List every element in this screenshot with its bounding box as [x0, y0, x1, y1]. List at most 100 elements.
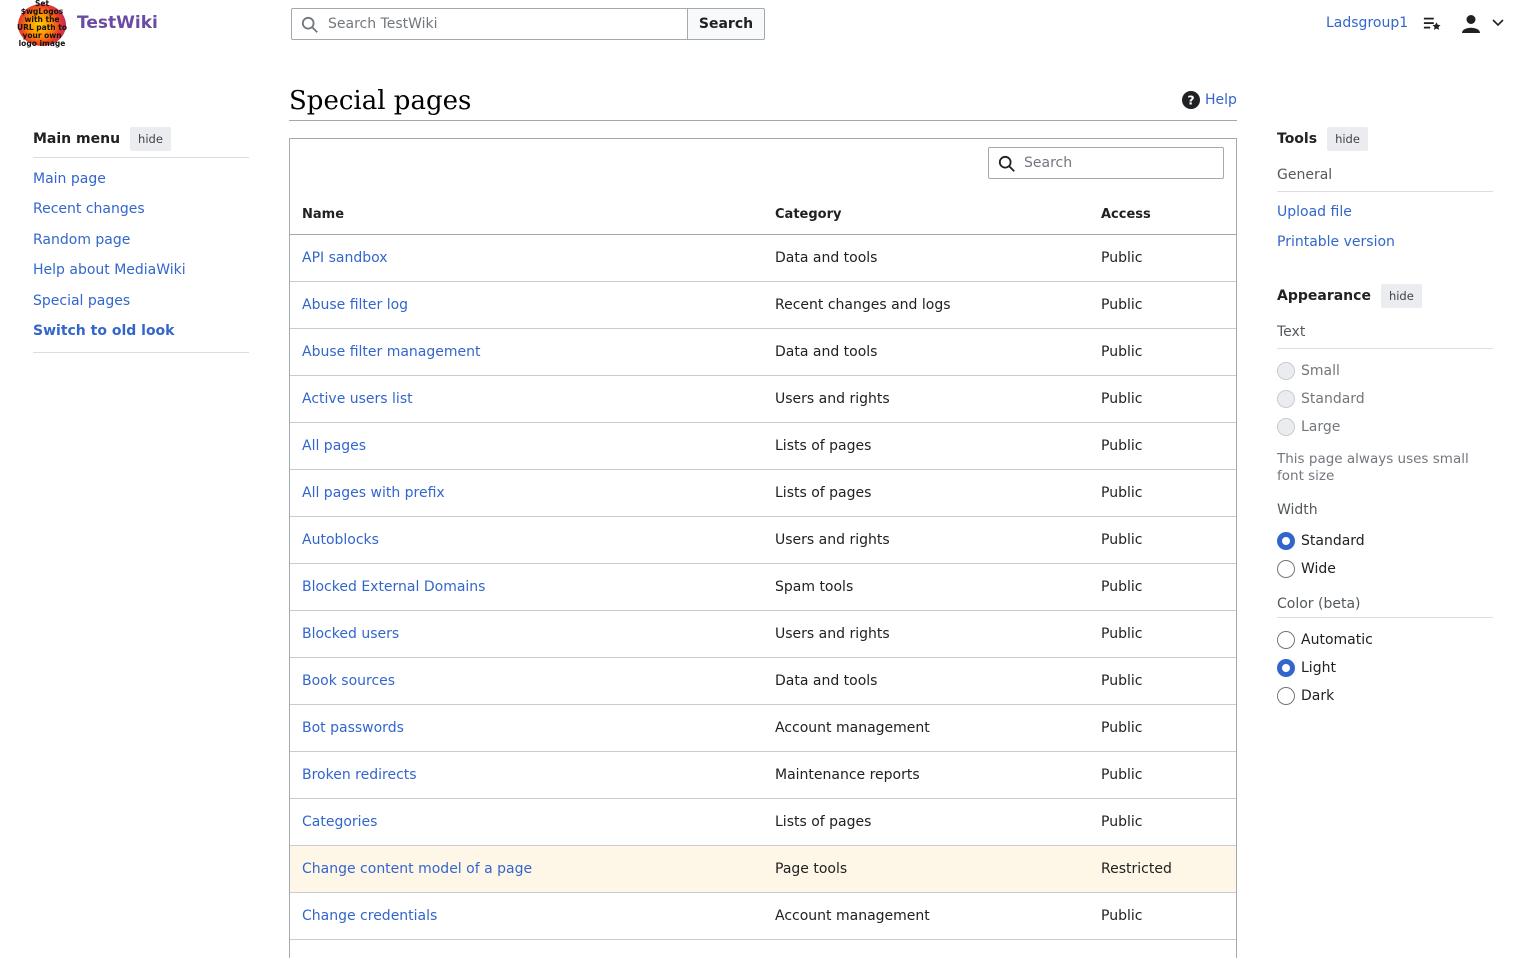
category-cell: Users and rights	[763, 610, 1089, 658]
main-menu: Main menu hide Main page Recent changes …	[33, 127, 249, 354]
search-button[interactable]: Search	[687, 8, 765, 40]
menu-item-special-pages[interactable]: Special pages	[33, 293, 130, 309]
radio-button[interactable]	[1277, 560, 1295, 578]
special-page-link[interactable]: Change credentials	[302, 908, 437, 924]
site-wordmark[interactable]: TestWiki	[77, 13, 158, 33]
radio-button[interactable]	[1277, 631, 1295, 649]
color-automatic-option[interactable]: Automatic	[1277, 626, 1493, 654]
category-cell: Data and tools	[763, 657, 1089, 705]
text-size-large-option: Large	[1277, 413, 1493, 441]
menu-item-help[interactable]: Help about MediaWiki	[33, 262, 186, 278]
width-wide-option[interactable]: Wide	[1277, 555, 1493, 583]
column-header-name[interactable]: Name	[290, 195, 763, 235]
category-cell: Lists of pages	[763, 422, 1089, 470]
special-page-link[interactable]: All pages	[302, 438, 366, 454]
appearance-width-heading: Width	[1277, 502, 1318, 518]
table-filter-box[interactable]	[988, 147, 1224, 179]
page-title: Special pages	[289, 86, 472, 116]
category-cell: Lists of pages	[763, 469, 1089, 517]
special-page-link[interactable]: Abuse filter log	[302, 297, 408, 313]
special-page-link[interactable]: Active users list	[302, 391, 413, 407]
menu-item-random-page[interactable]: Random page	[33, 232, 130, 248]
color-light-option[interactable]: Light	[1277, 654, 1493, 682]
menu-item-main-page[interactable]: Main page	[33, 171, 106, 187]
access-cell: Public	[1089, 375, 1236, 423]
special-page-link[interactable]: Autoblocks	[302, 532, 379, 548]
category-cell: Data and tools	[763, 234, 1089, 282]
access-cell: Restricted	[1089, 845, 1236, 893]
appearance-header: Appearance hide	[1277, 284, 1493, 308]
radio-button-checked[interactable]	[1277, 659, 1295, 677]
table-row: API sandbox Data and tools Public	[290, 234, 1236, 282]
search-icon	[998, 155, 1015, 172]
menu-item-switch-old-look[interactable]: Switch to old look	[33, 323, 175, 339]
svg-text:?: ?	[1187, 93, 1194, 108]
special-pages-table-container: Name Category Access API sandbox Data an…	[289, 138, 1237, 958]
category-cell: Lists of pages	[763, 798, 1089, 846]
chevron-down-icon[interactable]	[1492, 18, 1504, 28]
category-cell: Users and rights	[763, 516, 1089, 564]
special-page-link[interactable]: All pages with prefix	[302, 485, 445, 501]
table-row: Change credentials Account management Pu…	[290, 892, 1236, 940]
column-header-category[interactable]: Category	[763, 195, 1089, 235]
logo-text: Set $wgLogos with the URL path to your o…	[17, 0, 67, 48]
table-row: Autoblocks Users and rights Public	[290, 516, 1236, 564]
watchlist-icon[interactable]	[1423, 15, 1441, 33]
category-cell: Users and rights	[763, 375, 1089, 423]
width-standard-option[interactable]: Standard	[1277, 527, 1493, 555]
special-page-link[interactable]: Bot passwords	[302, 720, 404, 736]
text-size-small-option: Small	[1277, 357, 1493, 385]
appearance-hide-button[interactable]: hide	[1380, 284, 1422, 308]
tool-upload-file[interactable]: Upload file	[1277, 204, 1352, 220]
site-search-input[interactable]	[326, 9, 681, 39]
special-page-link[interactable]: Categories	[302, 814, 377, 830]
access-cell: Public	[1089, 704, 1236, 752]
site-search-box[interactable]	[291, 8, 688, 40]
tools-hide-button[interactable]: hide	[1327, 127, 1368, 151]
text-size-standard-option: Standard	[1277, 385, 1493, 413]
access-cell: Public	[1089, 657, 1236, 705]
category-cell: Data and tools	[763, 328, 1089, 376]
access-cell: Public	[1089, 751, 1236, 799]
table-row: Blocked External Domains Spam tools Publ…	[290, 563, 1236, 611]
menu-item-recent-changes[interactable]: Recent changes	[33, 201, 145, 217]
category-cell: Account management	[763, 704, 1089, 752]
special-pages-table: Name Category Access API sandbox Data an…	[290, 195, 1236, 940]
table-filter-input[interactable]	[1022, 148, 1218, 178]
color-dark-option[interactable]: Dark	[1277, 682, 1493, 710]
special-page-link[interactable]: Blocked External Domains	[302, 579, 485, 595]
help-icon: ?	[1182, 91, 1200, 109]
access-cell: Public	[1089, 563, 1236, 611]
special-page-link[interactable]: Book sources	[302, 673, 395, 689]
category-cell: Maintenance reports	[763, 751, 1089, 799]
access-cell: Public	[1089, 469, 1236, 517]
table-row: Broken redirects Maintenance reports Pub…	[290, 751, 1236, 799]
access-cell: Public	[1089, 234, 1236, 282]
appearance-title: Appearance	[1277, 288, 1371, 304]
help-link[interactable]: Help	[1205, 92, 1237, 108]
special-page-link[interactable]: API sandbox	[302, 250, 388, 266]
tool-printable-version[interactable]: Printable version	[1277, 234, 1395, 250]
user-page-link[interactable]: Ladsgroup1	[1326, 15, 1408, 31]
user-avatar-icon[interactable]	[1461, 14, 1481, 34]
category-cell: Spam tools	[763, 563, 1089, 611]
table-row: Book sources Data and tools Public	[290, 657, 1236, 705]
table-row: Bot passwords Account management Public	[290, 704, 1236, 752]
special-page-link[interactable]: Abuse filter management	[302, 344, 481, 360]
site-logo[interactable]: Set $wgLogos with the URL path to your o…	[16, 0, 68, 48]
main-menu-hide-button[interactable]: hide	[130, 127, 171, 151]
table-row: Active users list Users and rights Publi…	[290, 375, 1236, 423]
radio-button-checked[interactable]	[1277, 532, 1295, 550]
special-page-link[interactable]: Blocked users	[302, 626, 399, 642]
radio-button	[1277, 418, 1295, 436]
radio-button	[1277, 390, 1295, 408]
category-cell: Recent changes and logs	[763, 281, 1089, 329]
table-row: All pages Lists of pages Public	[290, 422, 1236, 470]
table-row-restricted: Change content model of a page Page tool…	[290, 845, 1236, 893]
special-page-link[interactable]: Change content model of a page	[302, 861, 532, 877]
special-page-link[interactable]: Broken redirects	[302, 767, 417, 783]
category-cell: Account management	[763, 892, 1089, 940]
column-header-access[interactable]: Access	[1089, 195, 1236, 235]
help-link-group[interactable]: ? Help	[1182, 91, 1237, 109]
radio-button[interactable]	[1277, 687, 1295, 705]
